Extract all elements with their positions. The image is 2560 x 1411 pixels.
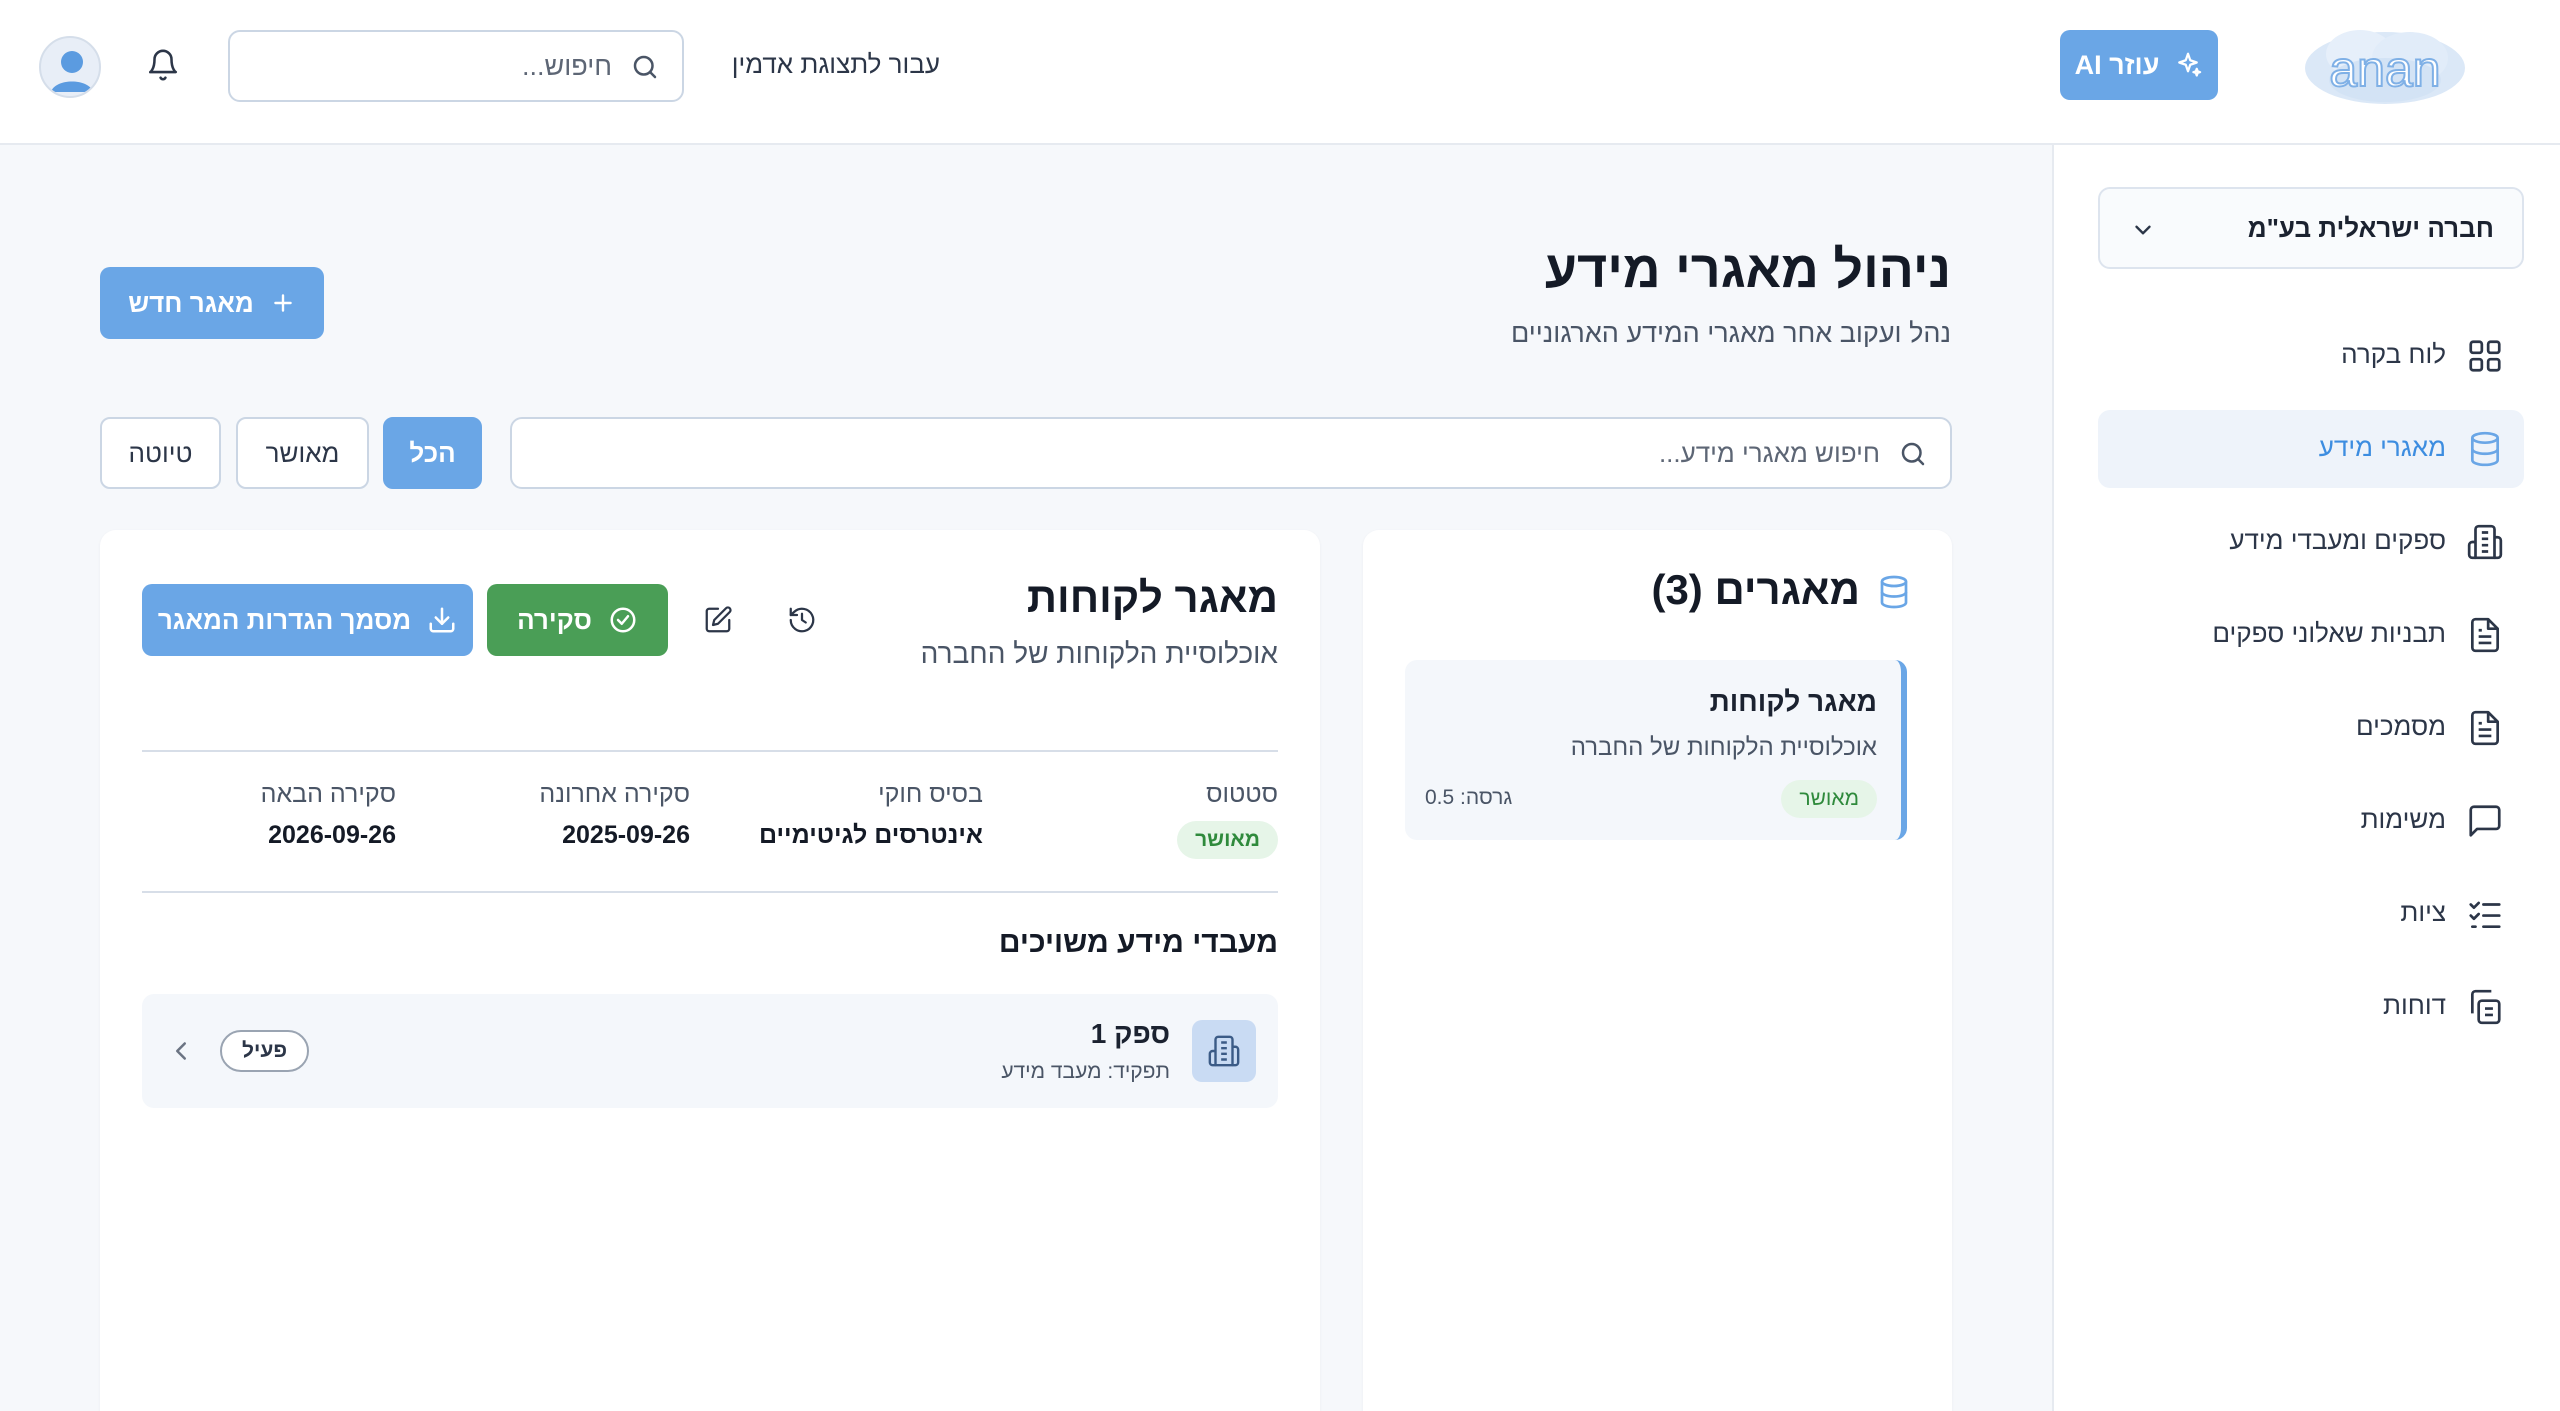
global-search[interactable] bbox=[228, 30, 684, 102]
edit-button[interactable] bbox=[694, 596, 742, 644]
meta-label: סטטוס bbox=[1206, 780, 1278, 808]
sidebar-item-documents[interactable]: מסמכים bbox=[2098, 689, 2524, 767]
sidebar-item-tasks[interactable]: משימות bbox=[2098, 782, 2524, 860]
sparkle-icon bbox=[2173, 50, 2203, 80]
processor-role: תפקיד: מעבד מידע bbox=[1001, 1060, 1170, 1083]
history-icon bbox=[787, 605, 817, 635]
sidebar-item-vendors[interactable]: ספקים ומעבדי מידע bbox=[2098, 503, 2524, 581]
history-button[interactable] bbox=[778, 596, 826, 644]
status-badge: מאושר bbox=[1177, 821, 1278, 859]
sidebar-item-compliance[interactable]: ציות bbox=[2098, 875, 2524, 953]
search-icon bbox=[630, 52, 660, 82]
review-button-label: סקירה bbox=[517, 604, 592, 635]
new-database-label: מאגר חדש bbox=[128, 287, 254, 318]
document-icon bbox=[2466, 709, 2504, 747]
database-item-description: אוכלוסיית הלקוחות של החברה bbox=[1570, 734, 1877, 761]
filter-all[interactable]: הכל bbox=[383, 417, 482, 489]
global-search-input[interactable] bbox=[252, 44, 612, 88]
sidebar-item-label: דוחות bbox=[2383, 990, 2446, 1020]
status-badge: מאושר bbox=[1781, 780, 1877, 818]
database-list-item[interactable]: מאגר לקוחות אוכלוסיית הלקוחות של החברה מ… bbox=[1405, 660, 1907, 840]
sidebar-item-label: ספקים ומעבדי מידע bbox=[2229, 525, 2446, 555]
meta-value: 2025-09-26 bbox=[562, 821, 690, 849]
building-icon bbox=[1192, 1020, 1256, 1082]
chevron-down-icon bbox=[2130, 217, 2156, 243]
database-detail-title: מאגר לקוחות bbox=[1026, 574, 1278, 621]
sidebar-item-label: לוח בקרה bbox=[2341, 339, 2446, 369]
database-icon bbox=[1876, 574, 1912, 610]
filter-draft[interactable]: טיוטה bbox=[100, 417, 221, 489]
meta-last-review: סקירה אחרונה 2025-09-26 bbox=[460, 780, 690, 850]
message-square-icon bbox=[2466, 802, 2504, 840]
meta-legal-basis: בסיס חוקי אינטרסים לגיטימיים bbox=[753, 780, 983, 850]
database-icon bbox=[2466, 430, 2504, 468]
plus-icon bbox=[270, 290, 296, 316]
meta-next-review: סקירה הבאה 2026-09-26 bbox=[166, 780, 396, 850]
database-item-version: גרסה: 0.5 bbox=[1425, 786, 1513, 809]
company-select[interactable]: חברה ישראלית בע"מ bbox=[2098, 187, 2524, 269]
company-name: חברה ישראלית בע"מ bbox=[2247, 213, 2494, 243]
copy-icon bbox=[2466, 988, 2504, 1026]
edit-icon bbox=[703, 605, 733, 635]
download-icon bbox=[427, 605, 457, 635]
sidebar-item-label: משימות bbox=[2360, 804, 2446, 834]
chevron-left-icon[interactable] bbox=[166, 1036, 196, 1066]
database-detail-description: אוכלוסיית הלקוחות של החברה bbox=[920, 638, 1278, 669]
meta-value: 2026-09-26 bbox=[268, 821, 396, 849]
sidebar: חברה ישראלית בע"מ לוח בקרה מאגרי מידע ספ… bbox=[2052, 145, 2560, 1411]
databases-list-card: מאגרים (3) מאגר לקוחות אוכלוסיית הלקוחות… bbox=[1363, 530, 1952, 1411]
grid-icon bbox=[2466, 337, 2504, 375]
processors-section-title: מעבדי מידע משויכים bbox=[998, 926, 1278, 959]
page-title: ניהול מאגרי מידע bbox=[1544, 241, 1951, 299]
new-database-button[interactable]: מאגר חדש bbox=[100, 267, 324, 339]
review-button[interactable]: סקירה bbox=[487, 584, 668, 656]
user-avatar-icon[interactable] bbox=[39, 36, 101, 98]
file-text-icon bbox=[2466, 616, 2504, 654]
divider bbox=[142, 750, 1278, 752]
database-search[interactable] bbox=[510, 417, 1952, 489]
ai-assistant-button[interactable]: עוזר AI bbox=[2060, 30, 2218, 100]
meta-label: סקירה הבאה bbox=[260, 780, 396, 808]
databases-list-title: מאגרים (3) bbox=[1651, 566, 1860, 613]
sidebar-item-dashboard[interactable]: לוח בקרה bbox=[2098, 317, 2524, 395]
divider bbox=[142, 891, 1278, 893]
brand-logo[interactable]: anan bbox=[2290, 14, 2480, 118]
sidebar-item-questionnaire-templates[interactable]: תבניות שאלוני ספקים bbox=[2098, 596, 2524, 674]
check-circle-icon bbox=[608, 605, 638, 635]
status-badge: פעיל bbox=[220, 1030, 310, 1072]
logo-text: anan bbox=[2329, 41, 2440, 97]
sidebar-item-label: מסמכים bbox=[2355, 711, 2446, 741]
filter-approved[interactable]: מאושר bbox=[236, 417, 369, 489]
sidebar-item-label: תבניות שאלוני ספקים bbox=[2212, 618, 2446, 648]
checklist-icon bbox=[2466, 895, 2504, 933]
meta-label: בסיס חוקי bbox=[878, 780, 983, 808]
sidebar-item-databases[interactable]: מאגרי מידע bbox=[2098, 410, 2524, 488]
search-icon bbox=[1898, 439, 1928, 469]
meta-value: אינטרסים לגיטימיים bbox=[759, 821, 983, 849]
bell-icon[interactable] bbox=[146, 48, 180, 82]
admin-view-link[interactable]: עבור לתצוגת אדמין bbox=[732, 44, 940, 84]
top-header: עבור לתצוגת אדמין עוזר AI anan bbox=[0, 0, 2560, 145]
meta-label: סקירה אחרונה bbox=[539, 780, 690, 808]
sidebar-item-reports[interactable]: דוחות bbox=[2098, 968, 2524, 1046]
doc-button-label: מסמך הגדרות המאגר bbox=[157, 604, 412, 635]
database-settings-doc-button[interactable]: מסמך הגדרות המאגר bbox=[142, 584, 473, 656]
meta-status: סטטוס מאושר bbox=[1048, 780, 1278, 859]
processor-row[interactable]: ספק 1 תפקיד: מעבד מידע פעיל bbox=[142, 994, 1278, 1108]
processor-name: ספק 1 bbox=[1090, 1018, 1170, 1049]
database-item-name: מאגר לקוחות bbox=[1709, 686, 1877, 717]
page-subtitle: נהל ועקוב אחר מאגרי המידע הארגוניים bbox=[1511, 318, 1951, 348]
database-search-input[interactable] bbox=[560, 431, 1880, 475]
sidebar-item-label: מאגרי מידע bbox=[2318, 432, 2446, 462]
ai-button-label: עוזר AI bbox=[2074, 49, 2160, 80]
building-icon bbox=[2466, 523, 2504, 561]
sidebar-item-label: ציות bbox=[2400, 897, 2446, 927]
database-detail-card: מאגר לקוחות אוכלוסיית הלקוחות של החברה ס… bbox=[100, 530, 1320, 1411]
